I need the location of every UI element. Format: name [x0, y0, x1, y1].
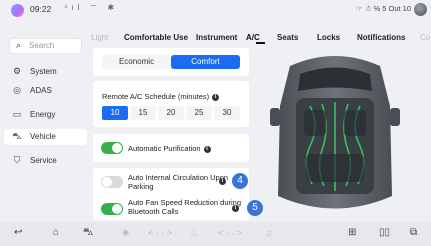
schedule-card — [93, 81, 249, 127]
service-icon: ⛉ — [13, 155, 21, 165]
screens-icon[interactable]: ⧉ — [410, 227, 417, 238]
annotation-badge-4: 4 — [232, 173, 248, 189]
schedule-option-15[interactable]: 15 — [130, 106, 156, 120]
purification-label: Automatic Purification — [128, 144, 201, 153]
sidebar-item-system[interactable]: ⚙ System — [9, 64, 87, 80]
fan-speed-toggle[interactable] — [101, 203, 123, 215]
internal-circulation-label: Auto Internal Circulation Upon Parking — [128, 173, 228, 191]
toggle-knob — [112, 143, 122, 153]
app-logo-icon — [11, 4, 24, 17]
car-airflow-illustration — [270, 56, 400, 209]
search-placeholder: Search — [29, 41, 55, 50]
tab-locks[interactable]: Locks — [317, 33, 340, 42]
info-icon[interactable]: i — [212, 93, 220, 101]
tab-bar: Light Comfortable Use Instrument A/C Sea… — [91, 22, 431, 42]
schedule-option-10[interactable]: 10 — [102, 106, 128, 120]
tab-notifications[interactable]: Notifications — [357, 33, 405, 42]
avatar[interactable] — [414, 3, 427, 16]
tab-light[interactable]: Light — [91, 33, 108, 42]
status-right-info: ☞ ☃ ℅ 5 Out 10 — [355, 4, 411, 13]
toggle-knob — [112, 204, 122, 214]
right-temperature-nav[interactable]: < - - > — [218, 228, 242, 238]
sidebar-item-label: Service — [30, 156, 57, 165]
sidebar-item-energy[interactable]: ▭ Energy — [9, 107, 87, 123]
schedule-label-row: Remote A/C Schedule (minutes) i — [102, 92, 220, 101]
apps-grid-icon[interactable]: ⊞ — [348, 227, 356, 238]
multitask-icon[interactable]: ▯▯ — [379, 227, 390, 238]
battery-icon: ▭ — [12, 109, 22, 119]
steering-wheel-icon: ◎ — [13, 85, 21, 95]
sidebar: ⌕ Search ⚙ System ◎ ADAS ▭ Energy ⛍ Vehi… — [0, 22, 91, 222]
car-icon[interactable]: ⛍ — [83, 227, 93, 240]
tab-seats[interactable]: Seats — [277, 33, 298, 42]
mode-option-economic[interactable]: Economic — [102, 55, 171, 69]
sidebar-item-adas[interactable]: ◎ ADAS — [9, 83, 87, 99]
sidebar-item-label: ADAS — [30, 86, 52, 95]
home-icon[interactable]: ⌂ — [53, 227, 59, 238]
toggle-knob — [102, 177, 112, 187]
schedule-options: 10 15 20 25 30 — [102, 106, 240, 120]
purification-label-row: Automatic Purification i — [128, 144, 211, 153]
fan-speed-label: Auto Fan Speed Reduction during Bluetoot… — [128, 198, 241, 216]
status-bar: 09:22 ⁴ıl ⌔ ✱ ☞ ☃ ℅ 5 Out 10 — [0, 0, 431, 22]
gear-icon: ⚙ — [12, 66, 22, 76]
internal-circulation-label-line1: Auto Internal Circulation Upon — [128, 173, 229, 182]
internal-circulation-label-line2: Parking — [128, 182, 154, 191]
schedule-option-25[interactable]: 25 — [186, 106, 212, 120]
music-icon[interactable]: ♫ — [265, 228, 272, 238]
ac-mode-segmented-control: Economic Comfort — [102, 55, 240, 69]
tab-more[interactable]: Co — [420, 33, 430, 42]
tab-instrument[interactable]: Instrument — [196, 33, 237, 42]
internal-circulation-toggle[interactable] — [101, 176, 123, 188]
sidebar-item-label: Vehicle — [30, 132, 56, 141]
sidebar-item-vehicle[interactable]: ⛍ Vehicle — [4, 129, 87, 145]
tab-comfortable-use[interactable]: Comfortable Use — [124, 33, 188, 42]
seat-heat-icon[interactable]: ♨ — [190, 228, 198, 239]
sidebar-item-service[interactable]: ⛉ Service — [9, 153, 87, 169]
fan-speed-label-line2: Bluetooth Calls — [128, 207, 179, 216]
sidebar-item-label: System — [30, 67, 57, 76]
search-input[interactable]: ⌕ Search — [9, 38, 82, 54]
fan-icon[interactable]: ✺ — [122, 228, 130, 239]
clock: 09:22 — [30, 4, 52, 14]
schedule-option-20[interactable]: 20 — [158, 106, 184, 120]
active-tab-indicator — [256, 42, 265, 44]
back-icon[interactable]: ↩ — [14, 227, 22, 238]
fan-speed-label-line1: Auto Fan Speed Reduction during — [128, 198, 241, 207]
search-icon: ⌕ — [16, 40, 22, 50]
info-icon[interactable]: i — [232, 205, 239, 212]
schedule-label: Remote A/C Schedule (minutes) — [102, 92, 210, 101]
car-icon: ⛍ — [12, 131, 22, 141]
schedule-option-30[interactable]: 30 — [214, 106, 240, 120]
info-icon[interactable]: i — [203, 145, 211, 153]
tab-ac[interactable]: A/C — [246, 33, 260, 42]
sidebar-item-label: Energy — [30, 110, 56, 119]
info-icon[interactable]: i — [219, 178, 226, 185]
mode-option-comfort[interactable]: Comfort — [171, 55, 240, 69]
automatic-purification-toggle[interactable] — [101, 142, 123, 154]
left-temperature-nav[interactable]: < - - > — [148, 228, 172, 238]
bottom-bar: ↩ ⌂ ⛍ ✺ < - - > ♨ < - - > ♫ ⊞ ▯▯ ⧉ — [0, 222, 431, 246]
signal-wifi-bluetooth-icons: ⁴ıl ⌔ ✱ — [64, 3, 119, 12]
